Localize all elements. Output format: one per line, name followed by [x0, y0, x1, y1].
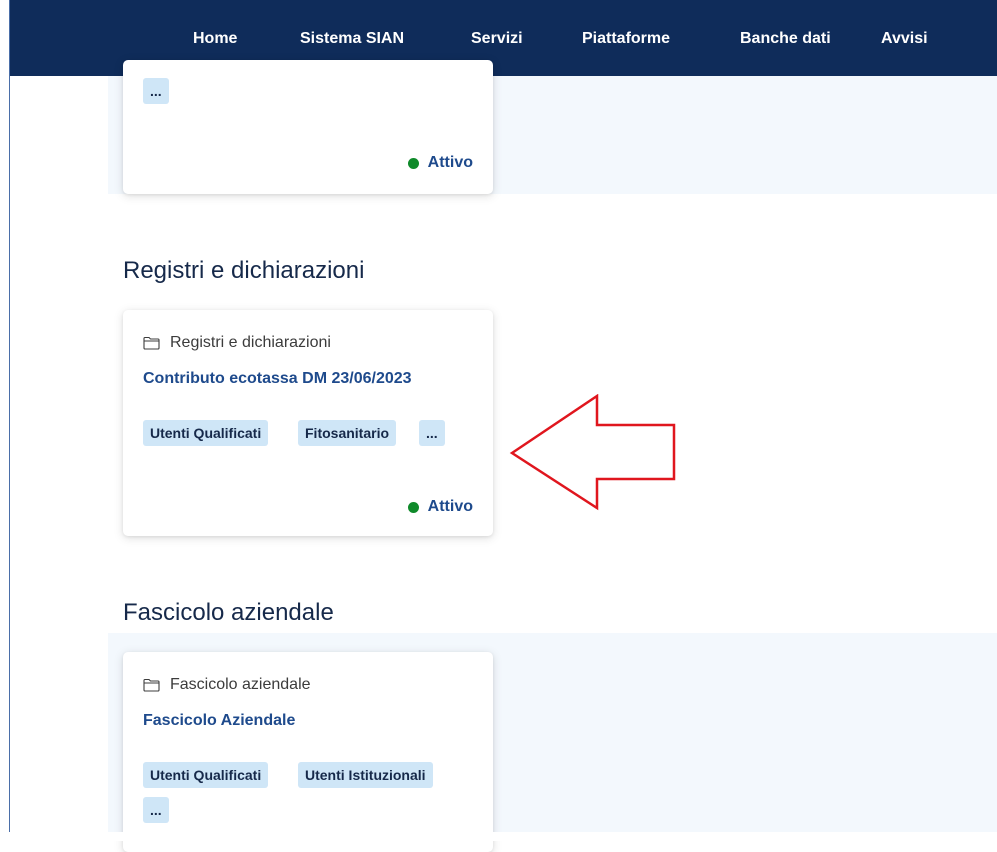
card-category: Registri e dichiarazioni	[143, 334, 331, 352]
service-card[interactable]: ... Attivo	[123, 60, 493, 194]
status-dot-icon	[407, 501, 419, 513]
card-category-label: Fascicolo aziendale	[170, 676, 311, 693]
section-title: Fascicolo aziendale	[123, 599, 334, 626]
status-label: Attivo	[427, 498, 473, 515]
section-title: Registri e dichiarazioni	[123, 257, 365, 284]
tag-more[interactable]: ...	[143, 797, 169, 823]
status-indicator: Attivo	[407, 154, 473, 172]
service-card[interactable]: Registri e dichiarazioni Contributo ecot…	[123, 310, 493, 536]
card-category-label: Registri e dichiarazioni	[170, 334, 331, 351]
folder-icon	[143, 678, 160, 692]
window-left-border	[0, 0, 10, 841]
nav-piattaforme[interactable]: Piattaforme	[582, 0, 670, 76]
nav-avvisi[interactable]: Avvisi	[881, 0, 928, 76]
card-category: Fascicolo aziendale	[143, 676, 311, 694]
status-label: Attivo	[427, 154, 473, 171]
tag[interactable]: Utenti Istituzionali	[298, 762, 433, 788]
nav-banche-dati[interactable]: Banche dati	[740, 0, 831, 76]
tag-more[interactable]: ...	[419, 420, 445, 446]
status-dot-icon	[407, 157, 419, 169]
window-bottom-edge	[0, 832, 997, 841]
tag[interactable]: Utenti Qualificati	[143, 420, 269, 446]
folder-icon	[143, 336, 160, 350]
status-indicator: Attivo	[407, 498, 473, 516]
card-title-link[interactable]: Fascicolo Aziendale	[143, 712, 295, 730]
tag[interactable]: Utenti Qualificati	[143, 762, 269, 788]
service-card[interactable]: Fascicolo aziendale Fascicolo Aziendale …	[123, 652, 493, 852]
red-arrow-left-icon	[509, 394, 676, 511]
card-title-link[interactable]: Contributo ecotassa DM 23/06/2023	[143, 370, 412, 388]
tag[interactable]: Fitosanitario	[298, 420, 397, 446]
tag-more[interactable]: ...	[143, 78, 169, 104]
